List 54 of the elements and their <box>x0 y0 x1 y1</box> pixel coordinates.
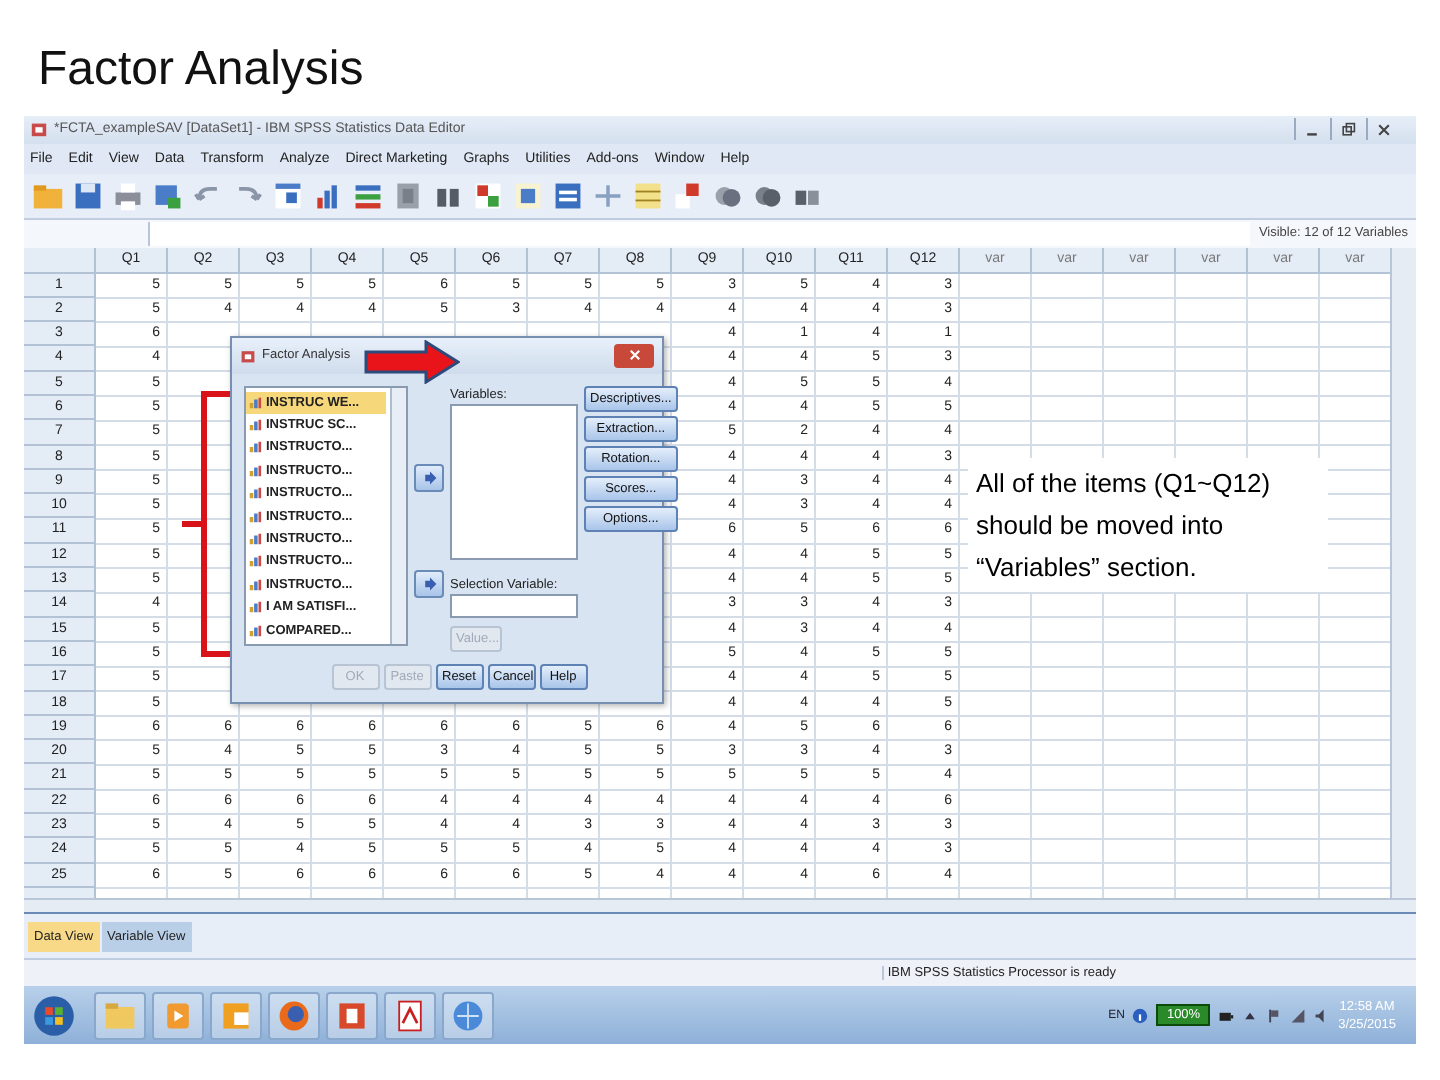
grid-icon[interactable] <box>472 179 504 212</box>
slides-icon <box>334 997 370 1034</box>
arrow-icon <box>421 576 437 593</box>
bars-icon <box>248 395 262 410</box>
block-icon[interactable] <box>392 179 424 212</box>
variables-list[interactable] <box>450 403 578 560</box>
cell-value-field[interactable] <box>150 221 1251 246</box>
restore-icon <box>1340 121 1356 138</box>
dialog-icon <box>240 347 256 364</box>
table-icon[interactable] <box>632 179 664 212</box>
move-button[interactable] <box>414 464 444 493</box>
flag-icon[interactable] <box>1266 1007 1283 1024</box>
save-icon[interactable] <box>72 179 104 212</box>
pointer-arrow <box>364 339 460 384</box>
taskbar-button[interactable] <box>442 991 494 1040</box>
dialog-icon[interactable] <box>152 179 184 212</box>
close-button[interactable] <box>614 343 654 368</box>
bars-icon <box>248 532 262 547</box>
slide-title: Factor Analysis <box>36 40 366 100</box>
table-icon[interactable] <box>552 179 584 212</box>
vertical-scrollbar[interactable] <box>1390 247 1416 898</box>
document-icon <box>392 997 428 1034</box>
arrow-icon <box>421 470 437 487</box>
taskbar-button[interactable] <box>326 991 378 1040</box>
bars-icon <box>248 554 262 569</box>
bars-icon <box>248 577 262 592</box>
taskbar-button[interactable] <box>384 991 436 1040</box>
info-icon[interactable] <box>1132 1007 1149 1024</box>
taskbar-button[interactable] <box>268 991 320 1040</box>
folder-icon <box>102 997 138 1034</box>
battery-icon[interactable] <box>1218 1007 1235 1024</box>
printer-icon[interactable] <box>112 179 144 212</box>
bars-icon <box>248 623 262 638</box>
bars-icon <box>248 509 262 524</box>
browser-icon <box>276 997 312 1034</box>
move-button[interactable] <box>414 570 444 599</box>
close-icon <box>627 348 641 363</box>
bars-icon <box>248 600 262 615</box>
bars-icon <box>248 486 262 501</box>
bars-icon <box>248 418 262 433</box>
columns-icon[interactable] <box>352 179 384 212</box>
close-icon <box>1376 121 1392 138</box>
start-icon[interactable] <box>32 993 76 1038</box>
app-icon <box>30 120 48 139</box>
bars-icon <box>248 463 262 478</box>
taskbar-button[interactable] <box>210 991 262 1040</box>
bars-icon <box>248 440 262 455</box>
input-field[interactable] <box>450 593 578 618</box>
table-icon[interactable] <box>272 179 304 212</box>
list-scrollbar[interactable] <box>390 387 406 644</box>
annotation-text: All of the items (Q1~Q12) should be moved into “Variables” section. <box>968 457 1328 592</box>
globe-icon <box>450 997 486 1034</box>
signal-icon[interactable] <box>1290 1007 1307 1024</box>
expand-icon[interactable] <box>1242 1007 1259 1024</box>
